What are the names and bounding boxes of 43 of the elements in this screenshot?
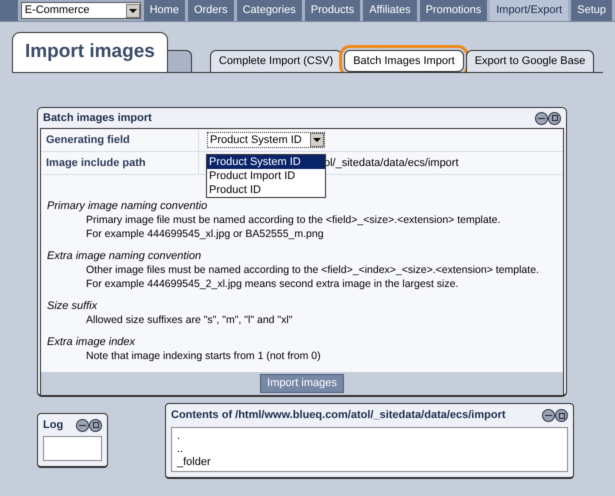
tab[interactable]: Complete Import (CSV)	[210, 50, 342, 72]
nav-tab[interactable]: Setup	[571, 0, 612, 21]
tab[interactable]: Export to Google Base	[466, 50, 594, 72]
store-select[interactable]: E-Commerce	[20, 2, 141, 19]
nav-tab[interactable]: Promotions	[420, 0, 488, 21]
dropdown-option[interactable]: Product System ID	[207, 155, 325, 169]
dropdown-option[interactable]: Product Import ID	[207, 169, 325, 183]
minimize-icon[interactable]	[76, 418, 89, 432]
note-text: Allowed size suffixes are "s", "m", "l" and "xl"	[85, 313, 292, 327]
nav-tab[interactable]: Products	[304, 0, 360, 21]
nav-tab[interactable]: Categories	[236, 0, 302, 21]
nav-tab[interactable]: Home	[144, 0, 185, 21]
file-entry[interactable]: _folder	[177, 456, 562, 469]
nav-tab[interactable]: Orders	[188, 0, 234, 21]
note-heading: Extra image index	[47, 335, 136, 349]
path-value: ol/_sitedata/data/ecs/import	[324, 156, 459, 171]
log-box	[43, 436, 102, 461]
nav-tab[interactable]: Import/Export	[490, 0, 568, 21]
panel-title: Contents of /html/www.blueq.com/atol/_sitedata/data/ecs/import	[171, 408, 506, 424]
field-label: Generating field	[41, 129, 199, 151]
nav-corner	[0, 0, 18, 21]
note-heading: Primary image naming conventio	[47, 199, 208, 213]
maximize-icon[interactable]	[548, 112, 561, 124]
note-text: Primary image file must be named according to the <field>_<size>.<extension> template.	[85, 213, 500, 227]
note-heading: Extra image naming convention	[47, 249, 202, 263]
minimize-icon[interactable]	[535, 112, 548, 124]
nav-tab[interactable]: Affiliates	[363, 0, 417, 21]
note-text: Other image files must be named according to the <field>_<index>_<size>.<extension> template.	[85, 263, 539, 277]
import-button[interactable]: Import images	[260, 374, 344, 393]
note-text: Note that image indexing starts from 1 (not from 0)	[85, 349, 321, 363]
dropdown-option[interactable]: Product ID	[207, 183, 325, 197]
minimize-icon[interactable]	[542, 409, 555, 422]
generating-field-select[interactable]: Product System ID	[207, 132, 325, 148]
maximize-icon[interactable]	[555, 409, 568, 422]
note-heading: Size suffix	[47, 299, 98, 313]
maximize-icon[interactable]	[89, 418, 102, 432]
file-entry[interactable]: .	[177, 430, 562, 443]
note-text: For example 444699545_2_xl.jpg means second extra image in the largest size.	[85, 277, 460, 291]
field-label: Image include path	[41, 152, 199, 174]
panel-title: Batch images import	[43, 110, 152, 126]
note-text: For example 444699545_xl.jpg or BA52555_m.png	[85, 227, 325, 241]
file-entry[interactable]: ..	[177, 443, 562, 456]
panel-title: Log	[43, 418, 64, 433]
